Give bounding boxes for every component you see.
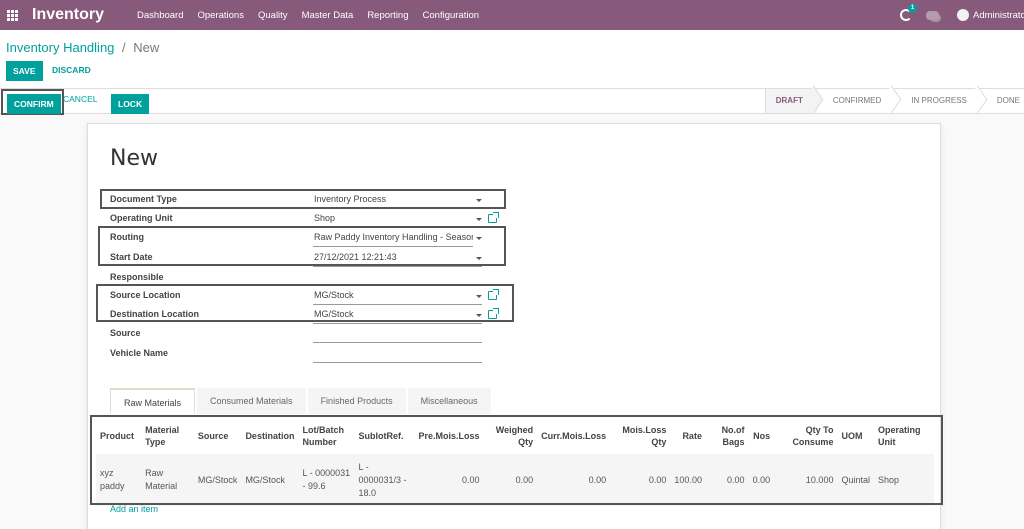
menu-master-data[interactable]: Master Data — [302, 10, 354, 21]
field-operating-unit: Operating Unit Shop — [110, 212, 499, 231]
step-done[interactable]: DONE — [980, 89, 1024, 113]
external-link-icon[interactable] — [488, 212, 499, 223]
app-name: Inventory — [32, 6, 105, 23]
responsible-label: Responsible — [110, 272, 164, 282]
source-input[interactable] — [313, 328, 482, 343]
external-link-icon[interactable] — [488, 289, 499, 300]
activity-clock-icon[interactable]: 1 — [900, 4, 917, 21]
chevron-down-icon[interactable] — [476, 199, 482, 202]
statusbar: CONFIRM CANCEL LOCK DRAFT CONFIRMED IN P… — [0, 88, 1024, 115]
destination-location-label: Destination Location — [110, 309, 200, 319]
menu-operations[interactable]: Operations — [198, 10, 244, 21]
tab-consumed-materials[interactable]: Consumed Materials — [197, 388, 306, 414]
chevron-down-icon[interactable] — [476, 257, 482, 260]
menu-dashboard[interactable]: Dashboard — [137, 10, 183, 21]
breadcrumb-current: New — [133, 40, 160, 55]
apps-menu-icon[interactable] — [7, 9, 20, 21]
lock-button[interactable]: LOCK — [111, 94, 150, 114]
cancel-button[interactable]: CANCEL — [63, 94, 97, 104]
field-start-date: Start Date 27/12/2021 12:21:43 — [110, 252, 490, 270]
tab-raw-materials[interactable]: Raw Materials — [110, 388, 196, 414]
document-type-label: Document Type — [110, 194, 177, 204]
step-draft[interactable]: DRAFT — [764, 89, 817, 113]
source-label: Source — [110, 328, 141, 338]
field-destination-location: Destination Location MG/Stock — [110, 308, 499, 327]
chevron-down-icon[interactable] — [476, 218, 482, 221]
menu-reporting[interactable]: Reporting — [367, 10, 408, 21]
chat-icon[interactable] — [926, 10, 941, 22]
field-vehicle-name: Vehicle Name — [110, 348, 490, 366]
field-responsible: Responsible — [110, 272, 490, 290]
operating-unit-label: Operating Unit — [110, 213, 173, 223]
vehicle-name-input[interactable] — [313, 348, 482, 363]
field-routing: Routing Raw Paddy Inventory Handling - S… — [110, 232, 490, 250]
discard-button[interactable]: DISCARD — [46, 61, 97, 79]
highlight-table — [90, 415, 943, 505]
field-source-location: Source Location MG/Stock — [110, 289, 499, 308]
chevron-down-icon[interactable] — [476, 295, 482, 298]
vehicle-name-label: Vehicle Name — [110, 348, 169, 358]
routing-label: Routing — [110, 232, 144, 242]
external-link-icon[interactable] — [488, 308, 499, 319]
add-item-link[interactable]: Add an item — [110, 504, 158, 514]
step-in-progress[interactable]: IN PROGRESS — [895, 89, 981, 113]
confirm-button[interactable]: CONFIRM — [7, 94, 61, 114]
start-date-label: Start Date — [110, 252, 153, 262]
tab-miscellaneous[interactable]: Miscellaneous — [407, 388, 491, 414]
chevron-down-icon[interactable] — [476, 237, 482, 240]
activity-badge: 1 — [908, 4, 917, 13]
source-location-label: Source Location — [110, 290, 181, 300]
breadcrumb-parent[interactable]: Inventory Handling — [6, 40, 114, 55]
menu-configuration[interactable]: Configuration — [423, 10, 480, 21]
menu-quality[interactable]: Quality — [258, 10, 288, 21]
notebook-tabs: Raw Materials Consumed Materials Finishe… — [110, 388, 493, 414]
destination-location-select[interactable]: MG/Stock — [313, 309, 482, 324]
form-sheet: New Document Type Inventory Process Oper… — [87, 123, 943, 529]
status-steps: DRAFT CONFIRMED IN PROGRESS DONE — [764, 89, 1024, 113]
document-type-select[interactable]: Inventory Process — [313, 194, 482, 209]
source-location-select[interactable]: MG/Stock — [313, 290, 482, 305]
breadcrumb: Inventory Handling / New — [6, 40, 159, 55]
top-navbar: Inventory Dashboard Operations Quality M… — [0, 0, 1024, 30]
routing-select[interactable]: Raw Paddy Inventory Handling - Season — [313, 232, 473, 247]
save-button[interactable]: SAVE — [6, 61, 43, 81]
field-document-type: Document Type Inventory Process — [110, 194, 490, 212]
field-source: Source — [110, 328, 490, 346]
step-confirmed[interactable]: CONFIRMED — [816, 89, 896, 113]
start-date-input[interactable]: 27/12/2021 12:21:43 — [313, 252, 482, 267]
operating-unit-select[interactable]: Shop — [313, 213, 482, 228]
breadcrumb-separator: / — [122, 40, 126, 55]
user-avatar[interactable] — [957, 9, 969, 21]
control-panel: Inventory Handling / New SAVE DISCARD — [0, 30, 1024, 88]
chevron-down-icon[interactable] — [476, 314, 482, 317]
tab-finished-products[interactable]: Finished Products — [307, 388, 406, 414]
record-title: New — [110, 146, 158, 171]
user-name[interactable]: Administrator — [973, 10, 1024, 21]
